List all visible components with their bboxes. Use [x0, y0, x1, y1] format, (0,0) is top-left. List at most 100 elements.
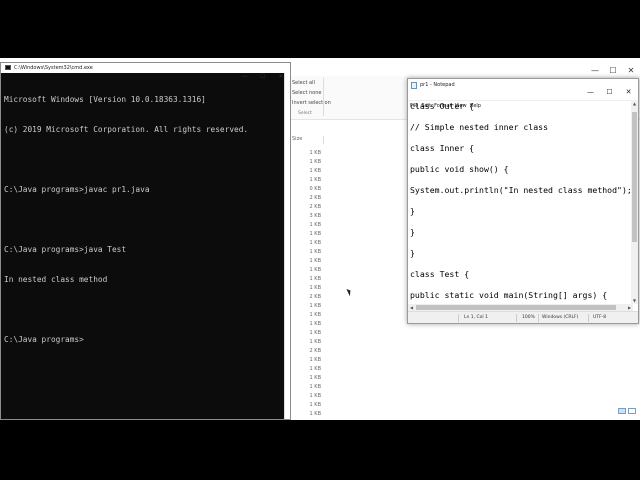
file-size-cell: 2 KB — [309, 195, 321, 201]
code-line: // Simple nested inner class — [410, 122, 549, 132]
file-size-cell: 1 KB — [309, 285, 321, 291]
file-size-cell: 3 KB — [309, 213, 321, 219]
code-line: class Test { — [410, 269, 470, 279]
cmd-window-controls: — ☐ ✕ — [236, 63, 290, 82]
file-size-cell: 1 KB — [309, 366, 321, 372]
details-view-icon[interactable] — [618, 408, 626, 414]
code-line: } — [410, 206, 415, 216]
cmd-titlebar[interactable]: C:\Windows\System32\cmd.exe — ☐ ✕ — [1, 63, 290, 80]
status-divider — [516, 314, 517, 322]
command-prompt-window[interactable]: C:\Windows\System32\cmd.exe — ☐ ✕ Microsof… — [0, 62, 291, 420]
file-size-cell: 1 KB — [309, 321, 321, 327]
cmd-scrollbar[interactable] — [284, 73, 290, 419]
code-line: } — [410, 227, 415, 237]
desktop-screen: — ☐ ✕ Select all Select none Invert select… — [0, 58, 640, 420]
file-size-cell: 1 KB — [309, 267, 321, 273]
scroll-down-arrow-icon[interactable]: ▼ — [631, 297, 638, 304]
cmd-title: C:\Windows\System32\cmd.exe — [14, 65, 93, 71]
console-line: C:\Java programs>java Test — [4, 245, 127, 254]
code-line: } — [410, 248, 415, 258]
notepad-titlebar[interactable]: pr1 - Notepad — ☐ ✕ — [408, 79, 638, 96]
file-size-cell: 1 KB — [309, 222, 321, 228]
notepad-close-button[interactable]: ✕ — [619, 86, 638, 99]
file-size-cell: 1 KB — [309, 357, 321, 363]
notepad-vertical-scrollbar[interactable]: ▲ ▼ — [631, 100, 638, 304]
cmd-app-icon — [5, 65, 11, 70]
zoom-level: 100% — [522, 315, 535, 320]
scroll-left-arrow-icon[interactable]: ◀ — [408, 304, 415, 311]
console-line: (c) 2019 Microsoft Corporation. All righ… — [4, 125, 249, 134]
file-size-cell: 1 KB — [309, 249, 321, 255]
scroll-up-arrow-icon[interactable]: ▲ — [631, 100, 638, 107]
file-size-cell: 1 KB — [309, 168, 321, 174]
console-line: Microsoft Windows [Version 10.0.18363.13… — [4, 95, 206, 104]
large-icons-view-icon[interactable] — [628, 408, 636, 414]
status-divider — [538, 314, 539, 322]
invert-selection-button[interactable]: Invert selection — [292, 100, 331, 106]
file-size-cell: 1 KB — [309, 393, 321, 399]
explorer-window-controls: — ☐ ✕ — [586, 58, 640, 76]
code-line: public static void main(String[] args) { — [410, 290, 608, 300]
ribbon-group-label: Select — [298, 111, 312, 116]
notepad-statusbar: Ln 1, Col 1 100% Windows (CRLF) UTF-8 — [408, 311, 638, 323]
encoding: UTF-8 — [593, 315, 607, 320]
console-prompt-line[interactable]: C:\Java programs> — [4, 335, 290, 345]
code-line: class Outer { — [410, 101, 475, 111]
column-divider[interactable] — [323, 136, 324, 144]
file-size-cell: 1 KB — [309, 231, 321, 237]
notepad-window[interactable]: pr1 - Notepad — ☐ ✕ File Edit Format View Help… — [407, 78, 639, 324]
code-line: System.out.println("In nested class meth… — [410, 185, 632, 195]
file-size-cell: 2 KB — [309, 294, 321, 300]
file-size-cell: 1 KB — [309, 240, 321, 246]
view-toggle — [616, 399, 636, 418]
file-size-cell: 1 KB — [309, 402, 321, 408]
notepad-horizontal-scrollbar[interactable]: ◀ ▶ — [408, 304, 633, 311]
file-size-cell: 1 KB — [309, 258, 321, 264]
cmd-minimize-button[interactable]: — — [236, 72, 254, 82]
ribbon-divider — [323, 78, 324, 116]
file-size-cell: 1 KB — [309, 177, 321, 183]
status-divider — [588, 314, 589, 322]
mouse-pointer-icon — [346, 287, 353, 297]
file-size-cell: 2 KB — [309, 204, 321, 210]
line-ending: Windows (CRLF) — [542, 315, 579, 320]
notepad-minimize-button[interactable]: — — [581, 86, 600, 99]
file-size-cell: 2 KB — [309, 348, 321, 354]
file-size-cell: 1 KB — [309, 339, 321, 345]
file-size-cell: 1 KB — [309, 384, 321, 390]
notepad-text-area[interactable]: class Outer { // Simple nested inner clas… — [408, 100, 633, 304]
cmd-console-output[interactable]: Microsoft Windows [Version 10.0.18363.13… — [1, 73, 290, 365]
file-size-cell: 1 KB — [309, 411, 321, 417]
horizontal-scroll-thumb[interactable] — [416, 305, 616, 310]
file-size-cell: 1 KB — [309, 330, 321, 336]
file-size-cell: 1 KB — [309, 276, 321, 282]
file-size-cell: 1 KB — [309, 312, 321, 318]
console-line: C:\Java programs>javac pr1.java — [4, 185, 150, 194]
notepad-maximize-button[interactable]: ☐ — [600, 86, 619, 99]
file-size-cell: 1 KB — [292, 419, 321, 420]
select-none-button[interactable]: Select none — [292, 90, 322, 96]
size-column-header[interactable]: Size — [292, 136, 302, 142]
vertical-scroll-thumb[interactable] — [632, 112, 637, 242]
code-line: class Inner { — [410, 143, 475, 153]
code-text[interactable]: class Outer { // Simple nested inner clas… — [408, 101, 633, 301]
notepad-window-controls: — ☐ ✕ — [581, 79, 638, 99]
console-line: In nested class method — [4, 275, 108, 284]
file-size-cell: 0 KB — [309, 186, 321, 192]
select-all-button[interactable]: Select all — [292, 80, 315, 86]
scroll-right-arrow-icon[interactable]: ▶ — [626, 304, 633, 311]
notepad-title: pr1 - Notepad — [420, 82, 455, 88]
file-size-cell: 1 KB — [309, 159, 321, 165]
cmd-maximize-button[interactable]: ☐ — [254, 72, 272, 82]
